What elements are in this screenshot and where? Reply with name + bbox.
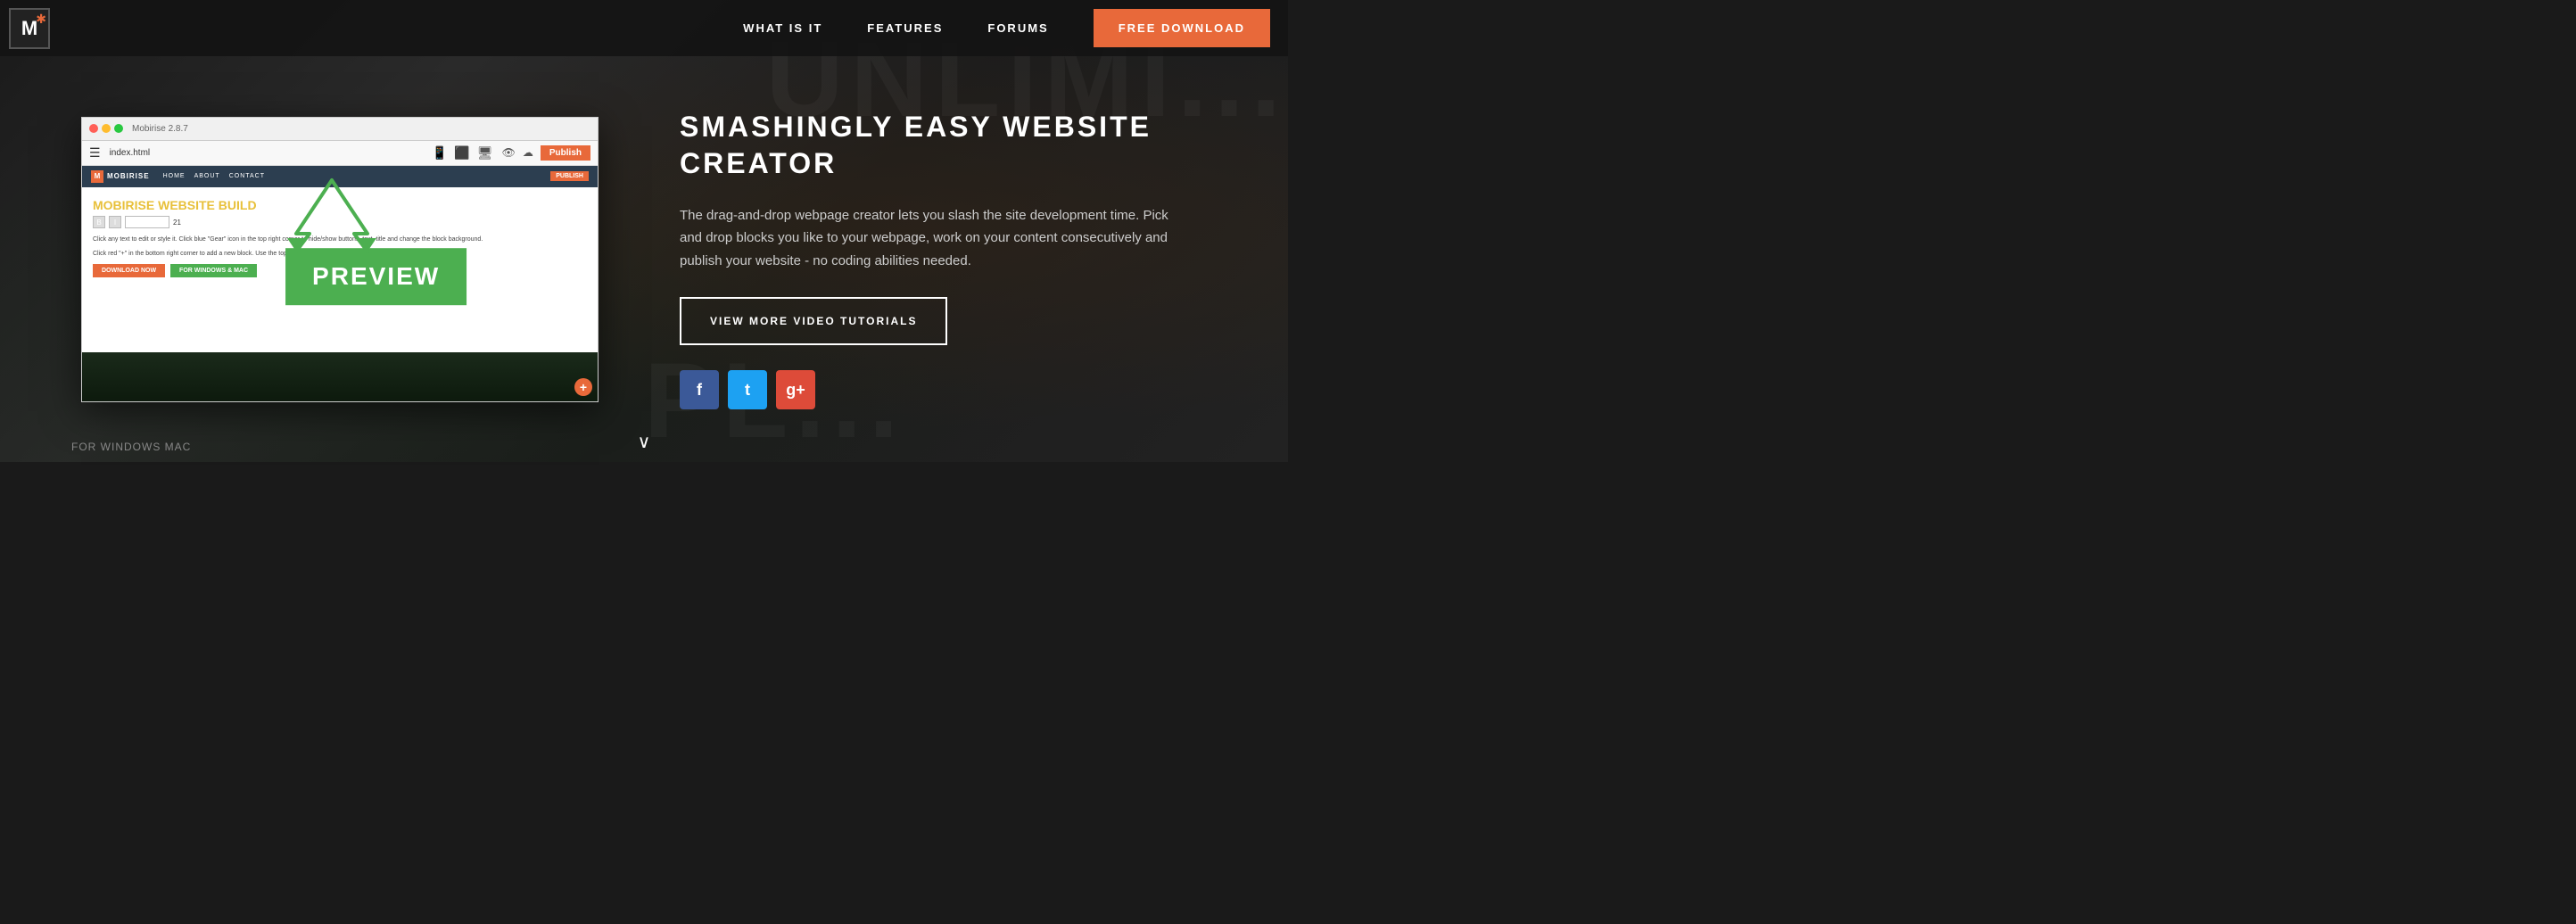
heading-line1: SMASHINGLY EASY WEBSITE bbox=[680, 111, 1152, 143]
nav-what-is-it[interactable]: WHAT IS IT bbox=[743, 21, 822, 35]
main-description: The drag-and-drop webpage creator lets y… bbox=[680, 204, 1179, 273]
googleplus-button[interactable]: g+ bbox=[776, 370, 815, 409]
window-toolbar: ☰ index.html 📱 ⬛ 🖥 👁 ☁ Publish bbox=[82, 141, 598, 166]
main-content: Mobirise 2.8.7 ☰ index.html 📱 ⬛ 🖥 👁 ☁ Pu… bbox=[0, 56, 1288, 462]
twitter-button[interactable]: t bbox=[728, 370, 767, 409]
nav-logo: M ✱ bbox=[9, 8, 50, 49]
arrow-container bbox=[260, 171, 403, 265]
font-size: 21 bbox=[173, 219, 181, 227]
right-section: SMASHINGLY EASY WEBSITE CREATOR The drag… bbox=[644, 82, 1288, 437]
app-inner-nav-links: HOME ABOUT CONTACT bbox=[163, 173, 265, 179]
social-icons: f t g+ bbox=[680, 370, 1234, 409]
navbar: M ✱ WHAT IS IT FEATURES FORUMS FREE DOWN… bbox=[0, 0, 1288, 56]
inner-nav-home: HOME bbox=[163, 173, 186, 179]
facebook-button[interactable]: f bbox=[680, 370, 719, 409]
left-section: Mobirise 2.8.7 ☰ index.html 📱 ⬛ 🖥 👁 ☁ Pu… bbox=[0, 99, 644, 420]
cloud-icon: ☁ bbox=[523, 146, 533, 159]
gear-icon: ✱ bbox=[36, 12, 46, 27]
main-heading: SMASHINGLY EASY WEBSITE CREATOR bbox=[680, 109, 1234, 183]
app-download-btn[interactable]: DOWNLOAD NOW bbox=[93, 264, 165, 277]
preview-eye-icon[interactable]: 👁 bbox=[502, 146, 516, 159]
nav-features[interactable]: FEATURES bbox=[867, 21, 943, 35]
free-download-button[interactable]: FREE DOWNLOAD bbox=[1094, 9, 1270, 47]
chevron-down-icon[interactable]: ∨ bbox=[638, 431, 651, 453]
toolbar-right: 👁 ☁ Publish bbox=[502, 145, 590, 161]
italic-tool[interactable]: I bbox=[109, 216, 121, 228]
font-select[interactable]: Roboto bbox=[125, 216, 169, 228]
window-close-btn[interactable] bbox=[89, 124, 98, 133]
app-inner-logo: M MOBIRISE bbox=[91, 170, 150, 183]
desktop-icon[interactable]: 🖥 bbox=[477, 145, 493, 161]
inner-nav-contact: CONTACT bbox=[229, 173, 265, 179]
nav-links: WHAT IS IT FEATURES FORUMS FREE DOWNLOAD bbox=[743, 9, 1270, 47]
publish-button[interactable]: Publish bbox=[541, 145, 590, 161]
window-minimize-btn[interactable] bbox=[102, 124, 111, 133]
inner-publish-btn: PUBLISH bbox=[550, 171, 589, 181]
twitter-icon: t bbox=[745, 381, 750, 400]
inner-logo-letter: M bbox=[95, 172, 101, 180]
device-icons: 📱 ⬛ 🖥 bbox=[432, 145, 493, 161]
tablet-icon[interactable]: ⬛ bbox=[454, 145, 469, 161]
window-title: Mobirise 2.8.7 bbox=[132, 124, 188, 134]
heading-line2: CREATOR bbox=[680, 147, 837, 179]
bold-tool[interactable]: B bbox=[93, 216, 105, 228]
platform-label: For Windows Mac bbox=[71, 441, 191, 453]
platform-section: For Windows Mac bbox=[71, 441, 191, 453]
nav-forums[interactable]: FORUMS bbox=[987, 21, 1048, 35]
window-maximize-btn[interactable] bbox=[114, 124, 123, 133]
inner-logo-text: MOBIRISE bbox=[107, 172, 150, 180]
arrows-svg bbox=[260, 171, 403, 260]
window-titlebar: Mobirise 2.8.7 bbox=[82, 118, 598, 141]
app-bottom-area: + bbox=[82, 352, 598, 401]
app-windows-mac-btn[interactable]: FOR WINDOWS & MAC bbox=[170, 264, 257, 277]
window-controls bbox=[89, 124, 123, 133]
mobile-icon[interactable]: 📱 bbox=[432, 145, 447, 161]
toolbar-filename: index.html bbox=[110, 148, 423, 158]
inner-logo-box: M bbox=[91, 170, 103, 183]
inner-nav-about: ABOUT bbox=[194, 173, 220, 179]
view-tutorials-button[interactable]: VIEW MORE VIDEO TUTORIALS bbox=[680, 297, 947, 345]
app-window: Mobirise 2.8.7 ☰ index.html 📱 ⬛ 🖥 👁 ☁ Pu… bbox=[81, 117, 599, 402]
add-block-button[interactable]: + bbox=[574, 378, 592, 396]
logo-box: M ✱ bbox=[9, 8, 50, 49]
menu-icon: ☰ bbox=[89, 145, 101, 161]
googleplus-icon: g+ bbox=[786, 381, 805, 400]
facebook-icon: f bbox=[697, 381, 702, 400]
